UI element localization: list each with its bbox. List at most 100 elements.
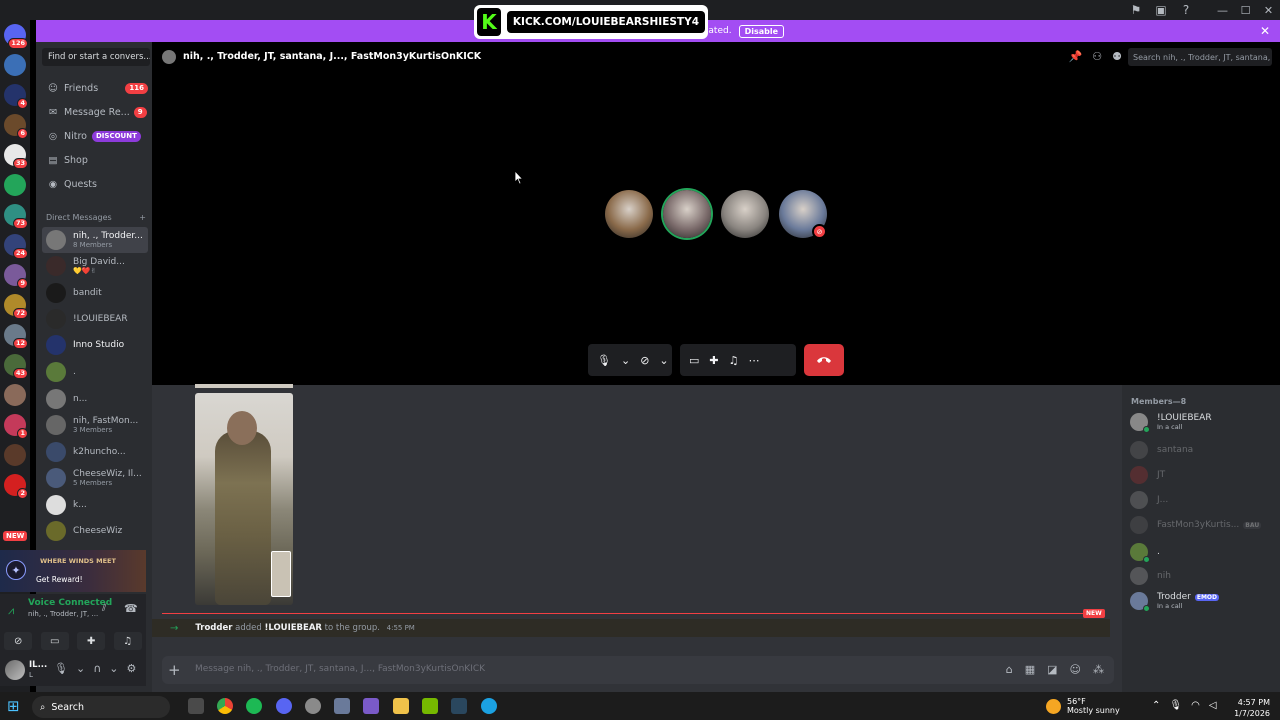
search-input[interactable]: Search nih, ., Trodder, JT, santana, ... xyxy=(1128,48,1272,66)
server-icon[interactable]: 4 xyxy=(4,84,28,109)
disconnect-icon[interactable]: ☎ xyxy=(124,602,138,615)
clock[interactable]: 4:57 PM 1/7/2026 xyxy=(1232,697,1270,719)
server-icon[interactable] xyxy=(4,174,26,196)
camera-off-icon[interactable]: ⊘ xyxy=(4,632,33,650)
server-icon[interactable] xyxy=(4,54,26,76)
share-screen-icon[interactable]: ▭ xyxy=(689,354,699,367)
help-icon[interactable]: ? xyxy=(1178,2,1194,18)
chevron-down-icon[interactable]: ⌄ xyxy=(76,662,85,675)
image-attachment[interactable] xyxy=(195,393,293,605)
more-icon[interactable]: ⋯ xyxy=(749,354,760,367)
soundboard-icon[interactable]: ♫ xyxy=(113,632,142,650)
member-item[interactable]: nih xyxy=(1130,565,1171,587)
dm-item[interactable]: n... xyxy=(42,386,148,412)
server-icon[interactable]: 12 xyxy=(4,324,28,349)
nav-friends[interactable]: ☺ Friends 116 xyxy=(42,77,148,99)
flag-icon[interactable]: ⚑ xyxy=(1128,2,1144,18)
dm-item[interactable]: k... xyxy=(42,492,148,518)
server-icon[interactable]: 24 xyxy=(4,234,28,259)
nvidia-icon[interactable] xyxy=(422,698,438,714)
nav-nitro[interactable]: ◎ Nitro DISCOUNT xyxy=(42,125,148,147)
nav-quests[interactable]: ◉ Quests xyxy=(42,173,148,195)
taskbar-search[interactable]: ⌕ Search xyxy=(32,696,170,718)
settings-app-icon[interactable] xyxy=(334,698,350,714)
signal-icon[interactable]: ⩘ xyxy=(8,604,14,618)
mic-icon[interactable]: 🎙 xyxy=(597,354,611,367)
chevron-down-icon[interactable]: ⌄ xyxy=(659,354,668,367)
dm-item[interactable]: CheeseWiz, Il... 5 Members xyxy=(42,465,148,491)
user-name[interactable]: IL... xyxy=(29,660,47,670)
chevron-down-icon[interactable]: ⌄ xyxy=(109,662,118,675)
screen-share-icon[interactable]: ▣ xyxy=(1153,2,1169,18)
chevron-up-icon[interactable]: ⌃ xyxy=(1152,700,1160,711)
dm-item[interactable]: nih, FastMon... 3 Members xyxy=(42,412,148,438)
promo-reward[interactable]: Get Reward! xyxy=(36,575,83,584)
voice-channel[interactable]: nih, ., Trodder, JT, ... xyxy=(28,610,98,618)
dm-item[interactable]: . xyxy=(42,359,148,385)
message-composer[interactable]: + Message nih, ., Trodder, JT, santana, … xyxy=(162,656,1114,684)
maximize-button[interactable]: ☐ xyxy=(1234,0,1257,20)
soundboard-icon[interactable]: ♫ xyxy=(729,354,739,367)
dm-item[interactable]: Inno Studio xyxy=(42,332,148,358)
spotify-icon[interactable] xyxy=(246,698,262,714)
server-icon[interactable]: 126 xyxy=(4,24,28,49)
member-item[interactable]: J... xyxy=(1130,489,1168,511)
member-item[interactable]: . xyxy=(1130,541,1160,563)
voice-status[interactable]: Voice Connected xyxy=(28,598,112,608)
dm-item[interactable]: !LOUIEBEAR xyxy=(42,306,148,332)
server-icon[interactable] xyxy=(4,444,26,466)
wifi-icon[interactable]: ◠ xyxy=(1191,700,1200,711)
share-screen-icon[interactable]: ▭ xyxy=(40,632,69,650)
task-view-icon[interactable] xyxy=(188,698,204,714)
gift-icon[interactable]: ⌂ xyxy=(1006,663,1013,676)
dm-item[interactable]: bandit xyxy=(42,280,148,306)
chrome-icon[interactable] xyxy=(217,698,233,714)
dm-item[interactable]: CheeseWiz xyxy=(42,518,148,544)
dm-item[interactable]: Big David... 💛❤️✌ xyxy=(42,253,148,279)
image-attachment-top[interactable] xyxy=(195,384,293,388)
add-dm-icon[interactable]: + xyxy=(139,213,146,222)
sticker-icon[interactable]: ◪ xyxy=(1047,663,1057,676)
volume-icon[interactable]: ◁ xyxy=(1209,700,1217,711)
member-item[interactable]: santana xyxy=(1130,439,1193,461)
server-icon[interactable]: 2 xyxy=(4,474,28,499)
mic-icon[interactable]: 🎙 xyxy=(1169,700,1182,711)
close-window-button[interactable]: ✕ xyxy=(1257,0,1280,20)
server-icon[interactable] xyxy=(4,384,26,406)
camera-off-icon[interactable]: ⊘ xyxy=(640,354,649,367)
game-app-icon[interactable] xyxy=(363,698,379,714)
participant-avatar[interactable] xyxy=(721,190,769,238)
nav-message-requests[interactable]: ✉ Message Re... 9 xyxy=(42,101,148,123)
member-item[interactable]: !LOUIEBEAR In a call xyxy=(1130,411,1212,433)
server-icon[interactable]: 6 xyxy=(4,114,28,139)
participant-avatar[interactable] xyxy=(605,190,653,238)
end-call-button[interactable] xyxy=(804,344,844,376)
member-item[interactable]: JT xyxy=(1130,464,1165,486)
chevron-down-icon[interactable]: ⌄ xyxy=(621,354,630,367)
message-input[interactable]: Message nih, ., Trodder, JT, santana, J.… xyxy=(195,664,485,674)
headphones-icon[interactable]: ∩ xyxy=(93,662,101,675)
plus-icon[interactable]: + xyxy=(168,661,181,679)
member-item[interactable]: Trodder EMOD In a call xyxy=(1130,590,1220,612)
user-avatar[interactable] xyxy=(5,660,25,680)
server-icon[interactable]: 43 xyxy=(4,354,28,379)
find-conversation-button[interactable]: Find or start a convers... xyxy=(42,48,150,66)
quest-promo[interactable]: ✦ WHERE WINDS MEET Get Reward! xyxy=(0,550,146,592)
windows-start-icon[interactable]: ⊞ xyxy=(7,697,20,715)
mic-icon[interactable]: 🎙 xyxy=(54,662,68,675)
dm-item[interactable]: k2huncho... xyxy=(42,439,148,465)
steam-icon[interactable] xyxy=(451,698,467,714)
activities-icon[interactable]: ✚ xyxy=(77,632,106,650)
system-target[interactable]: !LOUIEBEAR xyxy=(264,623,322,633)
server-icon[interactable]: 1 xyxy=(4,414,28,439)
gear-icon[interactable]: ⚙ xyxy=(126,662,136,675)
noise-suppression-icon[interactable]: ⫽ xyxy=(102,603,106,614)
edge-icon[interactable] xyxy=(481,698,497,714)
members-icon[interactable]: ⚉ xyxy=(1112,50,1122,63)
discord-icon[interactable] xyxy=(276,698,292,714)
file-explorer-icon[interactable] xyxy=(393,698,409,714)
member-item[interactable]: FastMon3yKurtis... BAU xyxy=(1130,514,1262,536)
gif-icon[interactable]: ▦ xyxy=(1025,663,1035,676)
activities-icon[interactable]: ✚ xyxy=(709,354,718,367)
server-icon[interactable]: 33 xyxy=(4,144,28,169)
